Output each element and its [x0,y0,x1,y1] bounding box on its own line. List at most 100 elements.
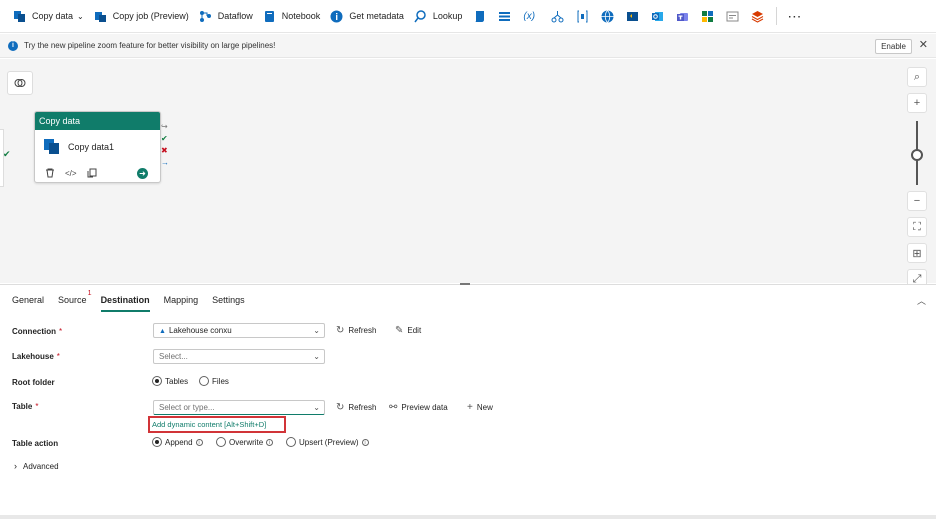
code-icon[interactable]: </> [65,169,77,178]
properties-panel: General Source 1 Destination Mapping Sett… [0,283,936,519]
glasses-icon: ⚯ [389,402,398,413]
copy-job-icon [94,11,106,22]
radio-unselected [199,376,209,386]
overlap-circles-icon [14,79,26,87]
tab-destination[interactable]: Destination [100,295,150,312]
tab-mapping[interactable]: Mapping [164,295,199,312]
activity-body: Copy data1 [35,130,160,156]
plus-icon: + [467,402,473,413]
connection-edit-button[interactable]: ✎ Edit [395,325,421,336]
pipeline-icon[interactable] [701,10,714,23]
table-select[interactable]: Select or type... ⌄ [153,400,325,415]
info-icon: i [8,40,18,51]
root-folder-tables-radio[interactable]: Tables [152,376,188,386]
layers-icon[interactable] [751,10,764,23]
zoom-slider-thumb[interactable] [911,149,923,161]
info-icon[interactable]: i [195,438,203,446]
connection-select[interactable]: ▲ Lakehouse conxu ⌄ [153,323,325,338]
resize-grip[interactable] [460,283,470,285]
filter-icon[interactable] [576,10,589,23]
preview-data-button[interactable]: ⚯ Preview data [389,402,448,413]
activity-actions: </> [45,168,97,178]
skip-port-icon[interactable]: ↪ [161,122,169,131]
lookup-button[interactable]: Lookup [409,5,468,27]
success-check-icon: ✔ [3,149,11,159]
copy-icon[interactable] [87,168,97,178]
chevron-right-icon: › [14,461,17,471]
copy-data-activity[interactable]: Copy data Copy data1 </> ➜ [34,111,161,183]
get-metadata-button[interactable]: Get metadata [325,5,409,27]
copy-data-icon [14,10,25,22]
table-action-label: Table action [12,439,59,448]
table-action-append-radio[interactable]: Append i [152,437,203,447]
lakehouse-label: Lakehouse * [12,352,60,361]
advanced-expander[interactable]: › Advanced [14,461,59,471]
run-arrow-icon[interactable]: ➜ [137,168,148,179]
search-icon[interactable]: ⌕ [907,67,927,87]
dataflow-button[interactable]: Dataflow [194,5,258,27]
table-label: Table * [12,402,39,411]
notebook-icon [264,10,274,22]
copy-job-button[interactable]: Copy job (Preview) [89,5,194,27]
script-icon[interactable] [473,10,486,23]
tab-general[interactable]: General [12,295,44,312]
table-action-upsert-radio[interactable]: Upsert (Preview) i [286,437,369,447]
activity-name: Copy data1 [68,142,115,152]
lakehouse-select[interactable]: Select... ⌄ [153,349,325,364]
more-options-icon[interactable]: ⋯ [787,8,802,25]
add-dynamic-content-link[interactable]: Add dynamic content [Alt+Shift+D] [152,420,266,429]
copy-data-button[interactable]: Copy data ⌄ [8,5,89,27]
banner-message: Try the new pipeline zoom feature for be… [24,41,276,50]
chevron-down-icon: ⌄ [313,403,320,412]
set-variable-icon[interactable] [498,10,511,23]
canvas-tool-button[interactable] [7,71,33,95]
pipeline-canvas[interactable]: ✔ Copy data Copy data1 </> ➜ ↪ ✔ ✖ → ⌕ + [0,59,936,289]
toolbar-divider [776,7,778,25]
azure-function-icon[interactable] [626,10,639,23]
connection-refresh-button[interactable]: ↻ Refresh [336,325,376,336]
radio-selected [152,437,162,447]
root-folder-files-radio[interactable]: Files [199,376,229,386]
radio-unselected [286,437,296,447]
pencil-icon: ✎ [395,325,404,336]
zoom-slider[interactable] [911,121,923,185]
activities-toolbar: Copy data ⌄ Copy job (Preview) Dataflow … [0,0,936,33]
success-port-icon[interactable]: ✔ [161,134,169,143]
radio-selected [152,376,162,386]
zoom-out-icon[interactable]: − [907,191,927,211]
wait-icon[interactable] [726,10,739,23]
window-bottom-edge [0,515,936,519]
notebook-button[interactable]: Notebook [258,5,326,27]
teams-icon[interactable] [676,10,689,23]
switch-icon[interactable] [551,10,564,23]
lakehouse-icon: ▲ [159,328,166,335]
close-icon[interactable]: ✕ [919,38,928,51]
outlook-icon[interactable] [651,10,664,23]
fit-to-screen-icon[interactable]: ⛶ [907,217,927,237]
dataflow-icon [199,10,211,22]
app-frame: Copy data ⌄ Copy job (Preview) Dataflow … [0,0,936,519]
enable-button[interactable]: Enable [875,39,912,54]
web-icon[interactable] [601,9,614,23]
auto-align-icon[interactable]: ⊞ [907,243,927,263]
new-table-button[interactable]: + New [467,402,493,413]
properties-tabs: General Source 1 Destination Mapping Sett… [12,290,259,312]
error-badge: 1 [87,290,92,297]
activity-ports: ↪ ✔ ✖ → [161,122,169,167]
refresh-icon: ↻ [336,325,345,336]
info-icon[interactable]: i [266,438,274,446]
fail-port-icon[interactable]: ✖ [161,146,169,155]
copy-data-icon [44,139,59,154]
delete-icon[interactable] [45,168,55,178]
collapse-panel-icon[interactable]: ︿ [917,294,926,307]
expression-icon[interactable]: (x) [523,10,539,23]
complete-port-icon[interactable]: → [161,158,169,167]
refresh-icon: ↻ [336,402,345,413]
tab-settings[interactable]: Settings [212,295,245,312]
table-refresh-button[interactable]: ↻ Refresh [336,402,376,413]
info-icon[interactable]: i [361,438,369,446]
chevron-down-icon: ⌄ [313,326,320,335]
table-action-overwrite-radio[interactable]: Overwrite i [216,437,274,447]
tab-source[interactable]: Source 1 [58,290,92,312]
zoom-in-icon[interactable]: + [907,93,927,113]
